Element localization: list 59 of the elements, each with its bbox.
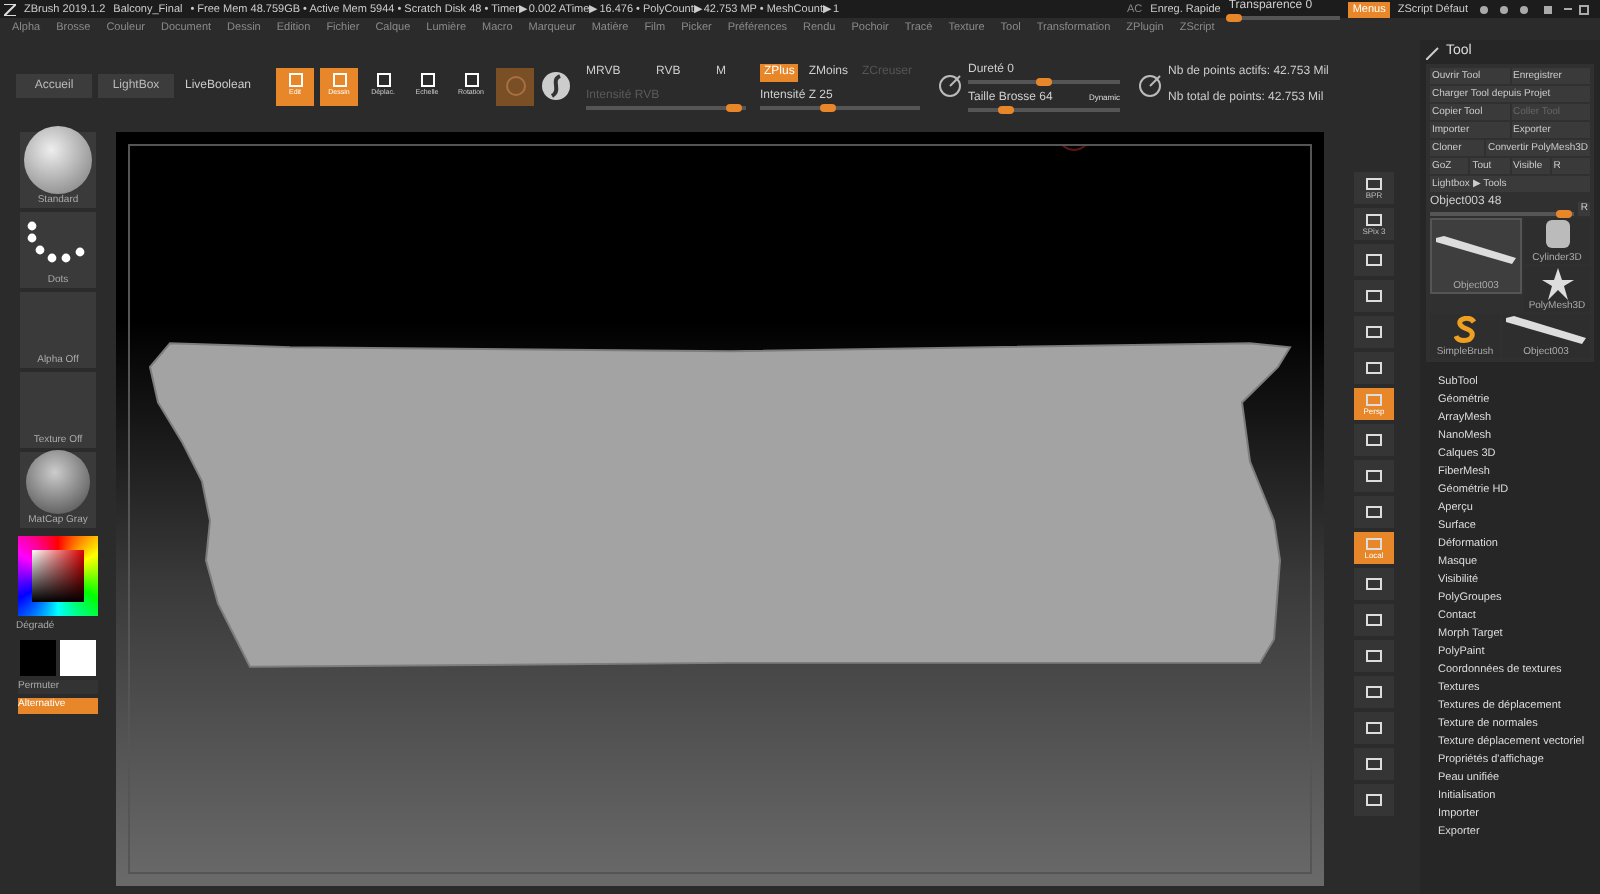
shelf-button[interactable]: [1354, 604, 1394, 636]
shelf-icon: [1366, 794, 1382, 806]
shelf-icon: [1366, 537, 1382, 549]
shelf-button[interactable]: [1354, 496, 1394, 528]
mode-icon: [375, 72, 391, 89]
brush-cursor-icon: [1057, 146, 1091, 151]
slider-thumb[interactable]: [998, 105, 1014, 113]
shelf-icon: [1366, 434, 1382, 446]
slider-thumb[interactable]: [1555, 210, 1572, 218]
brush-logo-icon: [1453, 316, 1477, 344]
shelf-button[interactable]: [1354, 712, 1394, 744]
mode-icon: [287, 72, 303, 89]
main-color-swatch[interactable]: [20, 639, 56, 675]
mode-icon: [463, 72, 479, 89]
mode-icon: [331, 72, 347, 89]
shelf-button[interactable]: [1354, 748, 1394, 780]
shelf-icon: [1366, 722, 1382, 734]
points-settings-icon[interactable]: [1138, 74, 1162, 98]
shelf-button[interactable]: [1354, 640, 1394, 672]
shelf-button[interactable]: [1354, 244, 1394, 276]
bar-mesh-icon: [1502, 314, 1590, 346]
shelf-icon: [1366, 254, 1382, 266]
shelf-icon: [1366, 393, 1382, 405]
shelf-button[interactable]: [1354, 784, 1394, 816]
shelf-icon: [1366, 614, 1382, 626]
mode-icon: [419, 72, 435, 89]
shelf-icon: [1366, 290, 1382, 302]
shelf-button[interactable]: [1354, 352, 1394, 384]
shelf-button[interactable]: [1354, 460, 1394, 492]
slider-thumb[interactable]: [1036, 77, 1052, 85]
shelf-icon: [1366, 362, 1382, 374]
shelf-icon: [1366, 578, 1382, 590]
stroke-sphere-icon[interactable]: [540, 70, 572, 102]
shelf-button[interactable]: [1354, 568, 1394, 600]
shelf-icon: [1366, 213, 1382, 225]
cylinder-icon: [1541, 216, 1573, 252]
app-logo-icon: [4, 3, 16, 15]
slider-thumb[interactable]: [819, 103, 836, 111]
secondary-color-swatch[interactable]: [60, 639, 96, 675]
shelf-button[interactable]: [1354, 280, 1394, 312]
shelf-icon: [1366, 650, 1382, 662]
stroke-settings-icon[interactable]: [938, 74, 962, 98]
color-picker[interactable]: [18, 536, 98, 616]
shelf-icon: [1366, 758, 1382, 770]
shelf-button[interactable]: [1354, 676, 1394, 708]
slider-thumb[interactable]: [1226, 14, 1243, 22]
shelf-icon: [1366, 326, 1382, 338]
tool-icon: [1426, 45, 1440, 59]
bar-mesh-icon: [1432, 234, 1520, 266]
star-mesh-icon: [1541, 267, 1573, 299]
material-swatch[interactable]: [496, 67, 534, 105]
shelf-icon: [1366, 470, 1382, 482]
shelf-icon: [1366, 686, 1382, 698]
shelf-icon: [1366, 506, 1382, 518]
shelf-button[interactable]: [1354, 316, 1394, 348]
shelf-icon: [1366, 177, 1382, 189]
dots-stroke-icon: [26, 219, 90, 267]
shelf-button[interactable]: [1354, 424, 1394, 456]
viewport[interactable]: [116, 132, 1324, 886]
